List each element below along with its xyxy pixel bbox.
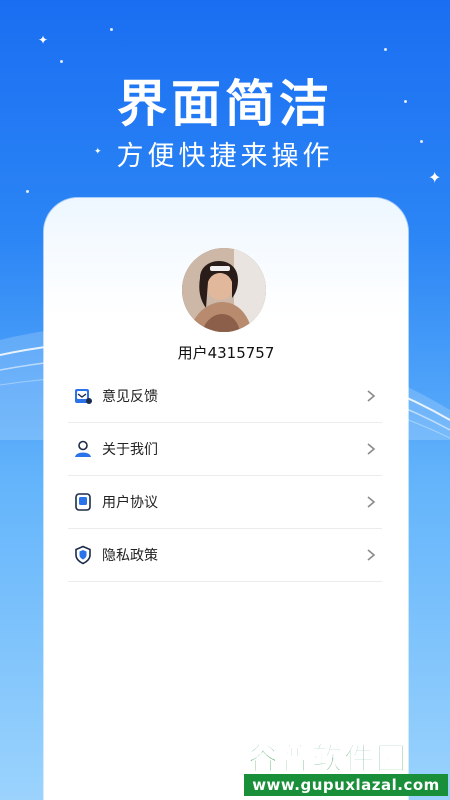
menu-item-label: 关于我们 xyxy=(102,442,158,458)
settings-menu: 意见反馈 关于我们 用户协议 隐私政策 xyxy=(68,370,382,582)
menu-item-feedback[interactable]: 意见反馈 xyxy=(68,370,382,423)
sparkle-dot xyxy=(26,190,29,193)
chevron-right-icon xyxy=(367,496,376,508)
shield-icon xyxy=(72,544,94,566)
chevron-right-icon xyxy=(367,549,376,561)
sparkle-icon: ✦ xyxy=(38,33,49,47)
menu-item-privacy-policy[interactable]: 隐私政策 xyxy=(68,529,382,582)
promo-screen: ✦ ✦ ✦ 界面简洁 方便快捷来操作 用户4315757 意见反馈 关于我们 用… xyxy=(0,0,450,800)
site-watermark: 谷普软件园 www.gupuxlazal.com xyxy=(244,734,448,798)
chevron-right-icon xyxy=(367,390,376,402)
chevron-right-icon xyxy=(367,443,376,455)
menu-item-label: 意见反馈 xyxy=(102,389,158,405)
watermark-title: 谷普软件园 xyxy=(248,742,408,778)
hero-subtitle: 方便快捷来操作 xyxy=(116,141,334,172)
menu-item-about[interactable]: 关于我们 xyxy=(68,423,382,476)
menu-item-label: 用户协议 xyxy=(102,495,158,511)
avatar[interactable] xyxy=(182,248,266,332)
username-label: 用户4315757 xyxy=(177,344,275,362)
watermark-url: www.gupuxlazal.com xyxy=(244,774,448,796)
document-icon xyxy=(72,491,94,513)
sparkle-dot xyxy=(384,48,387,51)
menu-item-user-agreement[interactable]: 用户协议 xyxy=(68,476,382,529)
hero-title: 界面简洁 xyxy=(117,75,333,133)
avatar-image xyxy=(182,248,266,332)
sparkle-dot xyxy=(110,28,113,31)
sparkle-dot xyxy=(60,60,63,63)
menu-item-label: 隐私政策 xyxy=(102,548,158,564)
feedback-icon xyxy=(72,385,94,407)
user-icon xyxy=(72,438,94,460)
phone-mockup: 用户4315757 意见反馈 关于我们 用户协议 隐私政策 xyxy=(44,198,408,800)
